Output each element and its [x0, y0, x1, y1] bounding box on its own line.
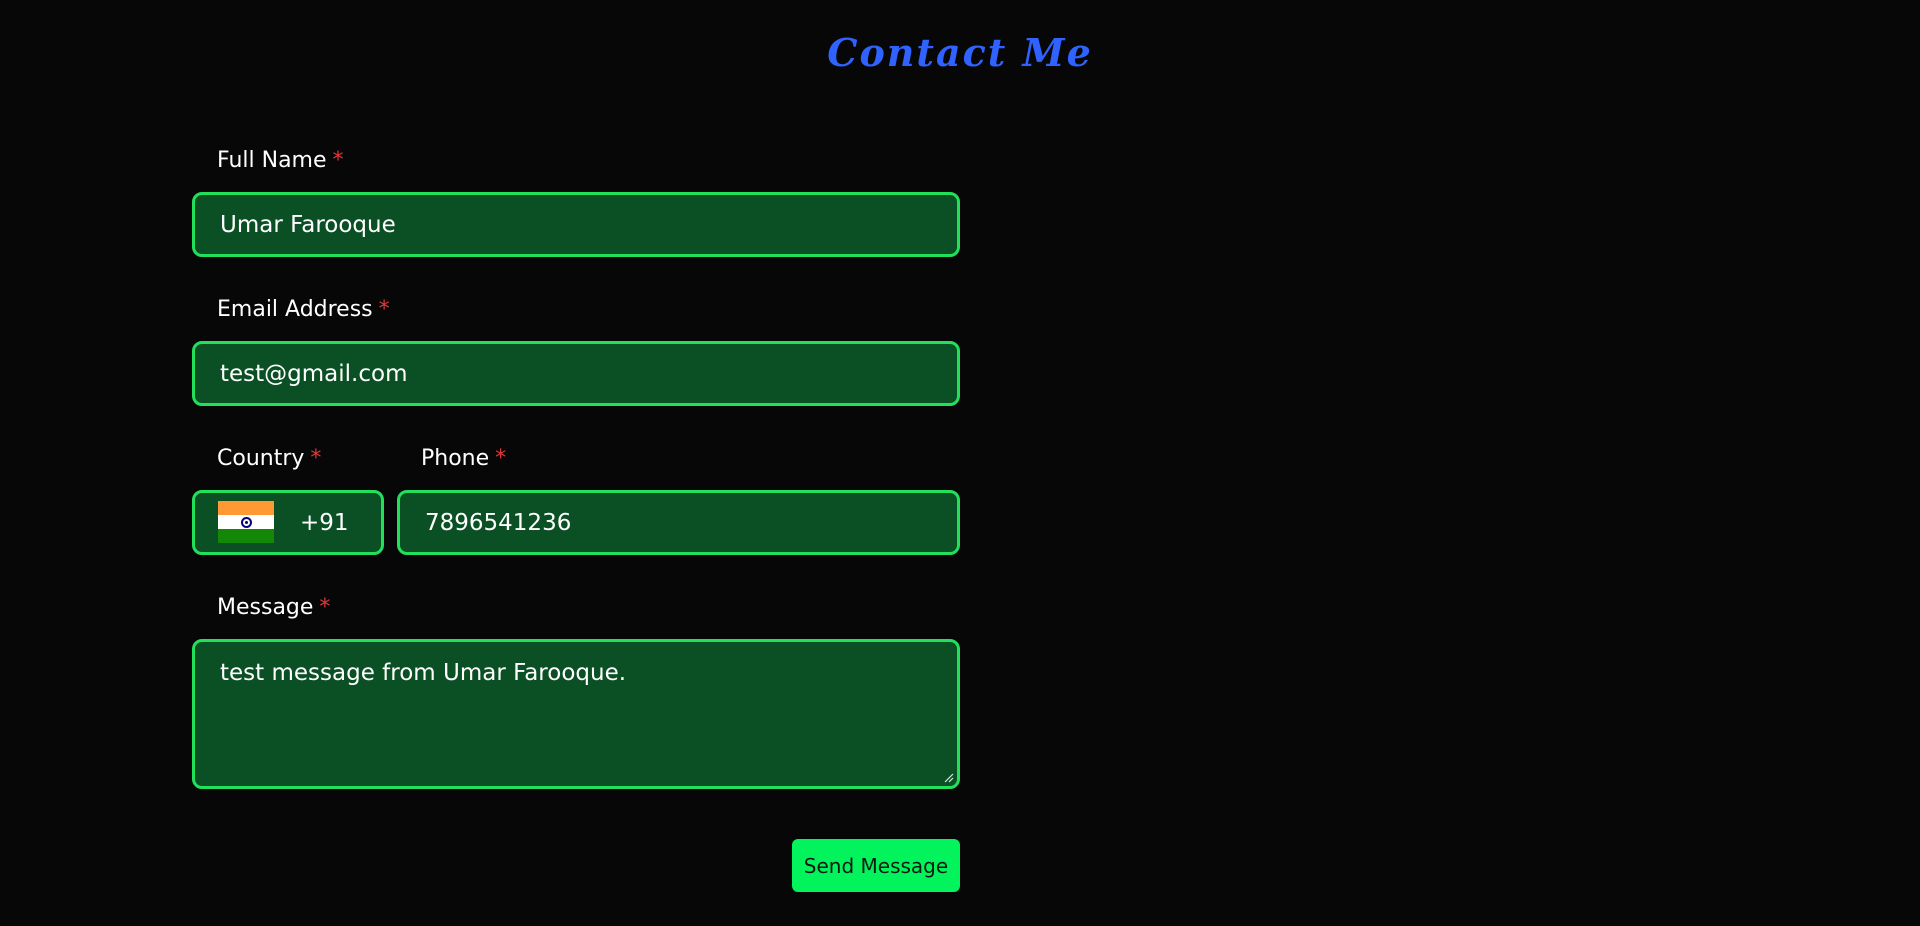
country-label: Country *: [217, 446, 321, 471]
message-value: test message from Umar Farooque.: [220, 660, 627, 686]
country-code-select[interactable]: +91: [192, 490, 384, 555]
phone-label-text: Phone: [421, 446, 490, 471]
full-name-value: Umar Farooque: [220, 211, 396, 238]
email-label-text: Email Address: [217, 297, 373, 322]
page-title: Contact Me: [827, 30, 1093, 75]
email-value: test@gmail.com: [220, 360, 408, 387]
message-textarea[interactable]: test message from Umar Farooque.: [192, 639, 960, 789]
required-mark: *: [495, 446, 507, 471]
country-label-text: Country: [217, 446, 305, 471]
resize-handle-icon[interactable]: [944, 773, 954, 783]
send-message-button[interactable]: Send Message: [792, 839, 960, 892]
phone-value: 7896541236: [425, 509, 572, 536]
contact-page: Contact Me Full Name * Umar Farooque Emai…: [0, 0, 1920, 926]
message-label: Message *: [217, 595, 330, 620]
message-label-text: Message: [217, 595, 314, 620]
country-code-value: +91: [300, 509, 349, 536]
full-name-label-text: Full Name: [217, 148, 327, 173]
phone-input[interactable]: 7896541236: [397, 490, 960, 555]
required-mark: *: [332, 148, 344, 173]
india-flag-icon: [218, 501, 274, 543]
phone-label: Phone *: [421, 446, 506, 471]
required-mark: *: [310, 446, 322, 471]
email-input[interactable]: test@gmail.com: [192, 341, 960, 406]
required-mark: *: [378, 297, 390, 322]
full-name-label: Full Name *: [217, 148, 344, 173]
required-mark: *: [319, 595, 331, 620]
email-label: Email Address *: [217, 297, 390, 322]
full-name-input[interactable]: Umar Farooque: [192, 192, 960, 257]
